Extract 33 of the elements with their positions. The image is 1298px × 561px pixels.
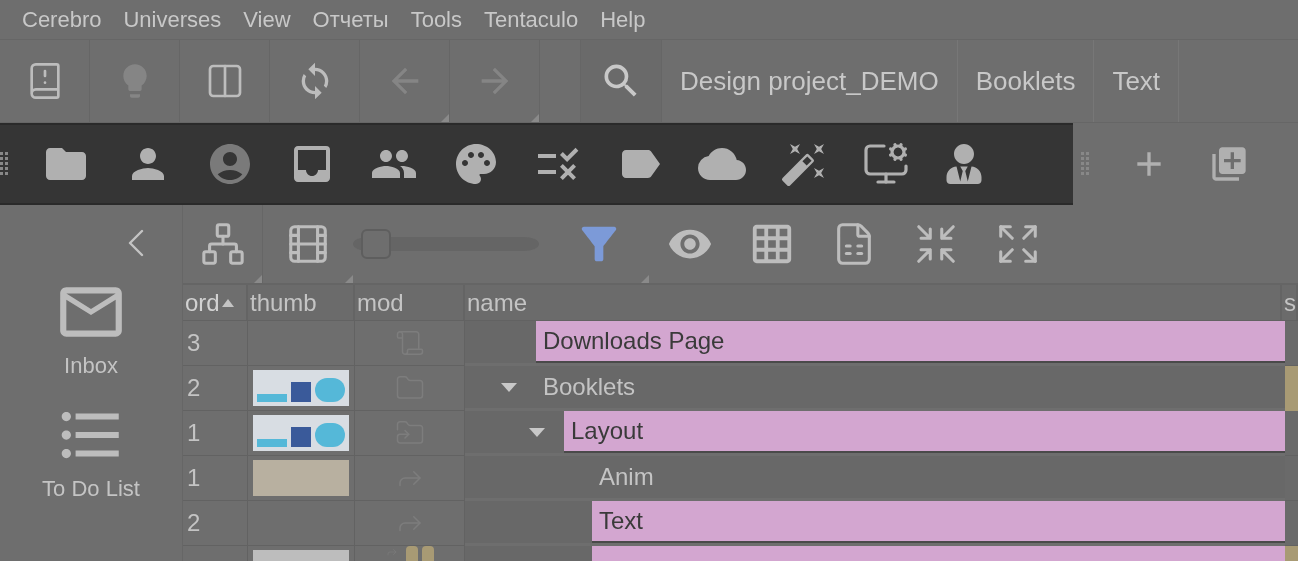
menu-item[interactable]: Help <box>589 3 657 36</box>
breadcrumb-item[interactable]: Booklets <box>957 40 1095 122</box>
add-box-icon[interactable] <box>1209 144 1249 184</box>
expanded-caret-icon[interactable] <box>528 426 546 438</box>
column-header[interactable]: mod <box>355 285 465 320</box>
menu-item[interactable]: Tentaculo <box>473 3 590 36</box>
person-tie-icon[interactable] <box>944 144 984 184</box>
highlighted-name-bar[interactable]: Text <box>592 501 1285 543</box>
menu-item[interactable]: Cerebro <box>0 3 113 36</box>
menu-item[interactable]: Tools <box>399 3 473 36</box>
sort-ascending-icon <box>221 298 234 307</box>
column-header[interactable]: ord <box>183 285 248 320</box>
sidebar-item[interactable]: Inbox <box>54 275 128 382</box>
sidebar-label: Inbox <box>64 352 118 380</box>
menu-item[interactable]: Отчеты <box>301 3 400 36</box>
breadcrumb-item[interactable]: Design project_DEMO <box>662 40 958 122</box>
order-number: 2 <box>187 508 201 538</box>
order-number: 2 <box>187 373 201 403</box>
sidebar-item[interactable]: To Do List <box>42 398 140 505</box>
order-number: 1 <box>187 418 201 448</box>
breadcrumb-item[interactable]: Text <box>1094 40 1180 122</box>
menu-item[interactable]: View <box>232 3 302 36</box>
order-number: 1 <box>187 463 201 493</box>
menu-item[interactable]: Universes <box>112 3 233 36</box>
sidebar-label: To Do List <box>42 475 140 503</box>
order-number: 3 <box>187 328 201 358</box>
grip-icon[interactable] <box>1081 151 1089 177</box>
grip-icon[interactable] <box>0 151 8 177</box>
highlighted-name-bar[interactable]: Layout <box>564 411 1285 453</box>
expanded-caret-icon[interactable] <box>500 381 518 393</box>
hierarchy-icon[interactable] <box>199 221 246 267</box>
column-header[interactable]: thumb <box>248 285 355 320</box>
highlighted-name-bar[interactable]: Downloads Page <box>536 321 1285 363</box>
